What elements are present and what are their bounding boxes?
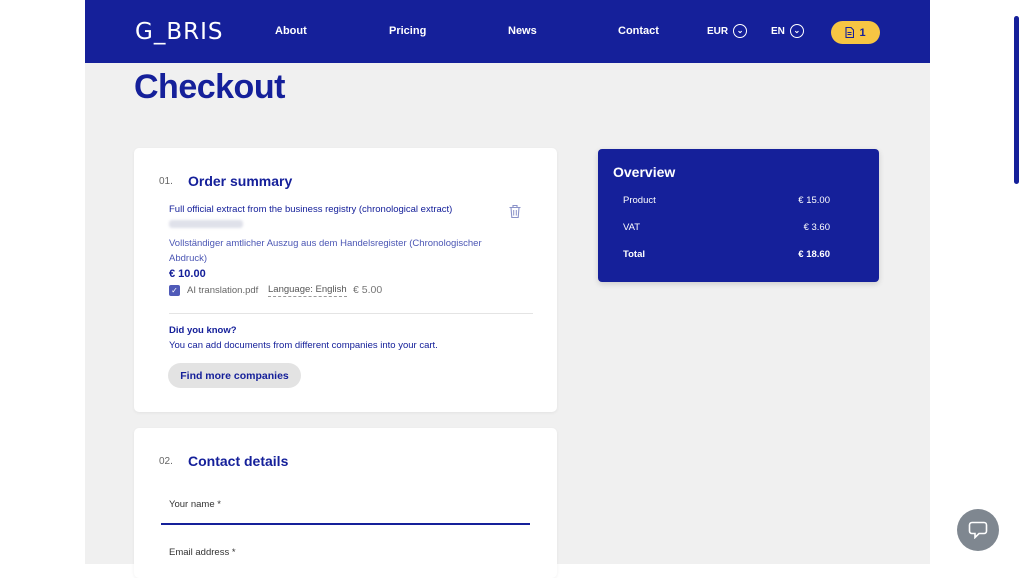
nav-pricing[interactable]: Pricing xyxy=(389,25,426,37)
overview-row-total: Total € 18.60 xyxy=(623,249,830,260)
row-value: € 3.60 xyxy=(803,222,830,233)
row-label: VAT xyxy=(623,222,641,233)
nav-contact[interactable]: Contact xyxy=(618,25,659,37)
currency-selector[interactable]: EUR ⌄ xyxy=(707,24,748,38)
chat-bubble-icon xyxy=(968,521,988,539)
chevron-down-icon: ⌄ xyxy=(789,24,804,38)
chat-support-button[interactable] xyxy=(957,509,999,551)
section-number: 02. xyxy=(159,456,173,467)
item-description: Vollständiger amtlicher Auszug aus dem H… xyxy=(169,238,482,264)
top-navbar: G_BRIS About Pricing News Contact EUR ⌄ … xyxy=(85,0,930,63)
contact-details-card: 02. Contact details Your name * Email ad… xyxy=(134,428,557,578)
find-more-companies-button[interactable]: Find more companies xyxy=(168,363,301,388)
logo[interactable]: G_BRIS xyxy=(135,19,223,45)
language-dropdown[interactable]: Language: English xyxy=(268,284,347,297)
ai-translation-label: AI translation.pdf xyxy=(187,285,259,296)
overview-row-vat: VAT € 3.60 xyxy=(623,222,830,233)
row-label: Total xyxy=(623,249,645,260)
overview-panel: Overview Product € 15.00 VAT € 3.60 Tota… xyxy=(598,149,879,282)
overview-row-product: Product € 15.00 xyxy=(623,195,830,206)
row-label: Product xyxy=(623,195,656,206)
nav-about[interactable]: About xyxy=(275,25,307,37)
scrollbar[interactable] xyxy=(1014,16,1019,184)
contact-details-title: Contact details xyxy=(188,453,289,469)
row-value: € 15.00 xyxy=(798,195,830,206)
cart-button[interactable]: 1 xyxy=(831,21,880,44)
ai-translation-price: € 5.00 xyxy=(353,284,383,296)
did-you-know-text: You can add documents from different com… xyxy=(169,340,438,351)
overview-title: Overview xyxy=(613,164,676,180)
order-summary-title: Order summary xyxy=(188,173,293,189)
nav-news[interactable]: News xyxy=(508,25,537,37)
document-icon xyxy=(845,27,855,38)
email-field-label: Email address * xyxy=(169,547,236,558)
row-value: € 18.60 xyxy=(798,249,830,260)
section-number: 01. xyxy=(159,176,173,187)
cart-count: 1 xyxy=(859,26,866,39)
order-summary-card: 01. Order summary Full official extract … xyxy=(134,148,557,412)
checkmark-icon: ✓ xyxy=(171,286,178,295)
currency-value: EUR xyxy=(707,25,729,37)
trash-icon[interactable] xyxy=(508,204,522,219)
did-you-know-title: Did you know? xyxy=(169,325,237,336)
item-price: € 10.00 xyxy=(169,268,206,280)
ai-translation-checkbox[interactable]: ✓ xyxy=(169,285,180,296)
language-value: EN xyxy=(771,25,785,37)
item-title: Full official extract from the business … xyxy=(169,204,453,215)
chevron-down-icon: ⌄ xyxy=(733,24,748,38)
name-field-label: Your name * xyxy=(169,499,221,510)
name-field-underline xyxy=(161,523,530,525)
page-title: Checkout xyxy=(134,68,285,106)
company-id-redacted xyxy=(169,220,243,228)
language-selector[interactable]: EN ⌄ xyxy=(771,24,804,38)
divider xyxy=(169,313,533,314)
